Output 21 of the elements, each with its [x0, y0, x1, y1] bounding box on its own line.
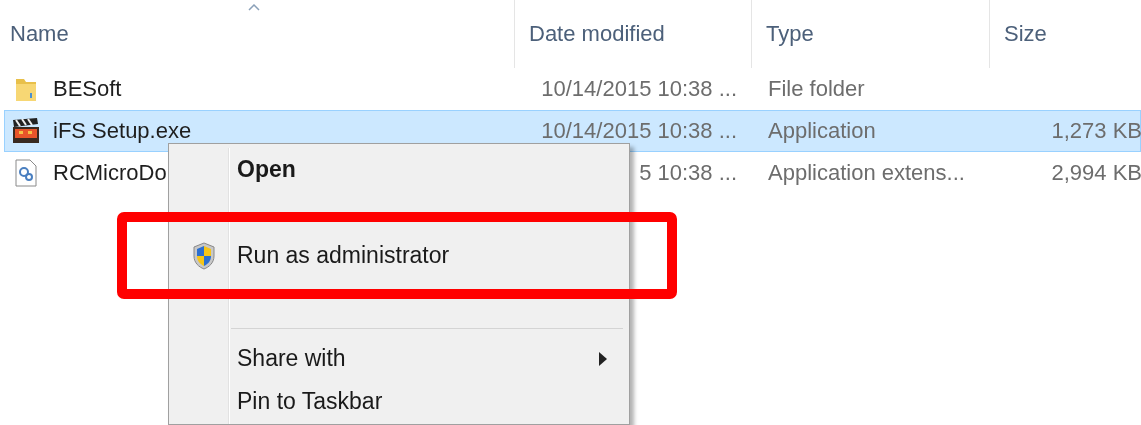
file-type: Application — [767, 118, 877, 144]
gear-file-icon — [15, 159, 37, 187]
file-name: RCMicroDo — [53, 160, 167, 186]
clapperboard-icon — [12, 118, 40, 144]
column-header[interactable]: Type — [752, 0, 990, 68]
column-header[interactable]: Size — [990, 0, 1141, 68]
menu-item[interactable]: Share with — [171, 337, 627, 380]
file-type: Application extens... — [767, 160, 966, 186]
file-type: File folder — [767, 76, 866, 102]
file-size: 2,994 KB — [1051, 160, 1141, 186]
file-date: 10/14/2015 10:38 ... — [541, 76, 737, 102]
menu-item[interactable]: Pin to Taskbar — [171, 380, 627, 423]
file-date: 5 10:38 ... — [639, 160, 737, 186]
file-name: iFS Setup.exe — [53, 118, 192, 144]
file-name: BESoft — [53, 76, 122, 102]
column-header[interactable]: Date modified — [515, 0, 752, 68]
menu-item[interactable]: Run as administrator — [171, 234, 627, 277]
file-size: 1,273 KB — [1051, 118, 1141, 144]
column-header[interactable]: Name — [0, 0, 515, 68]
file-row[interactable]: iFS Setup.exe 10/14/2015 10:38 ... Application 1,273 KB — [4, 110, 1141, 152]
file-date: 10/14/2015 10:38 ... — [541, 118, 737, 144]
